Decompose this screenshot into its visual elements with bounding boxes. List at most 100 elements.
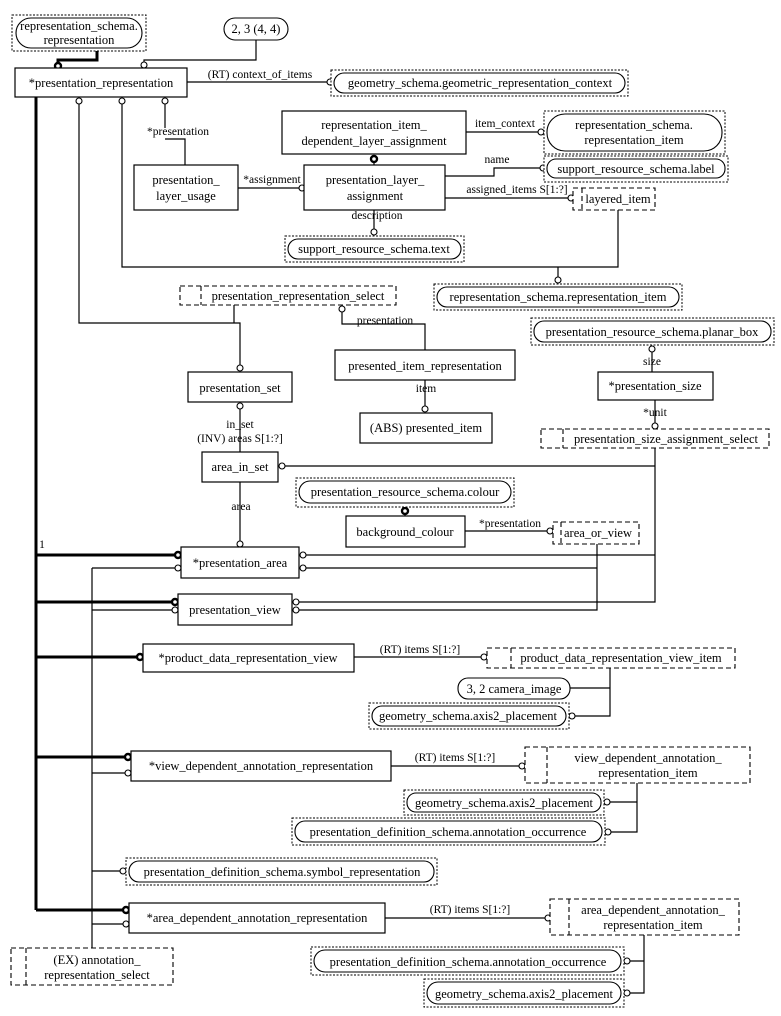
node-label: representation_select xyxy=(44,968,150,982)
node-label: geometry_schema.axis2_placement xyxy=(415,796,594,810)
node-area-or-view[interactable]: area_or_view xyxy=(552,521,640,545)
node-label: *presentation_area xyxy=(193,556,288,570)
node-label: presentation_definition_schema.annotatio… xyxy=(330,955,607,969)
node-label: *view_dependent_annotation_representatio… xyxy=(149,759,374,773)
node-label: presentation_size_assignment_select xyxy=(574,432,758,446)
node-label: presentation_set xyxy=(199,381,281,395)
node-annotation-representation-select[interactable]: (EX) annotation_ representation_select xyxy=(10,947,174,986)
label-item-context: item_context xyxy=(475,118,536,130)
node-area-dependent-annotation-representation-item[interactable]: area_dependent_annotation_ representatio… xyxy=(549,898,740,936)
label-item: item xyxy=(416,383,436,395)
node-label: presentation_definition_schema.annotatio… xyxy=(310,825,587,839)
node-axis2-placement-2[interactable]: geometry_schema.axis2_placement xyxy=(403,789,605,816)
node-label: *product_data_representation_view xyxy=(158,651,337,665)
node-view-dependent-annotation-representation-item[interactable]: view_dependent_annotation_ representatio… xyxy=(524,746,751,784)
node-label: product_data_representation_view_item xyxy=(520,651,722,665)
node-presented-item[interactable]: (ABS) presented_item xyxy=(359,412,493,444)
node-label: view_dependent_annotation_ xyxy=(574,751,722,765)
node-label: representation_schema. xyxy=(575,118,693,132)
node-presented-item-representation[interactable]: presented_item_representation xyxy=(334,349,516,381)
label-area: area xyxy=(231,501,250,513)
label-in-set: in_set xyxy=(226,419,254,431)
label-size: size xyxy=(643,356,661,368)
node-presentation-size-assignment-select[interactable]: presentation_size_assignment_select xyxy=(540,428,770,449)
node-colour[interactable]: presentation_resource_schema.colour xyxy=(295,477,515,508)
node-label: representation_schema. xyxy=(20,19,138,33)
node-layered-item[interactable]: layered_item xyxy=(572,187,656,211)
node-view-dependent-annotation-representation[interactable]: *view_dependent_annotation_representatio… xyxy=(130,750,392,782)
node-representation-item-mid[interactable]: representation_schema.representation_ite… xyxy=(433,283,683,311)
label-unit: *unit xyxy=(643,407,667,419)
node-label: area_in_set xyxy=(212,460,269,474)
node-label: geometry_schema.axis2_placement xyxy=(379,709,558,723)
node-label: (EX) annotation_ xyxy=(53,953,141,967)
node-label: 3, 2 camera_image xyxy=(467,682,562,696)
node-axis2-placement-3[interactable]: geometry_schema.axis2_placement xyxy=(423,978,625,1008)
node-label: presentation_definition_schema.symbol_re… xyxy=(144,865,421,879)
node-label: presentation_representation_select xyxy=(212,289,385,303)
label-name: name xyxy=(485,154,510,166)
label-items-2: (RT) items S[1:?] xyxy=(415,752,495,764)
node-presentation-layer-assignment[interactable]: presentation_layer_ assignment xyxy=(303,164,446,211)
node-support-resource-schema-text[interactable]: support_resource_schema.text xyxy=(284,235,465,263)
node-label: geometry_schema.axis2_placement xyxy=(435,987,614,1001)
label-presentation-2: presentation xyxy=(357,315,413,327)
node-label: area_or_view xyxy=(564,526,632,540)
label-areas: (INV) areas S[1:?] xyxy=(197,433,283,445)
node-symbol-representation[interactable]: presentation_definition_schema.symbol_re… xyxy=(125,857,438,886)
node-annotation-occurrence-1[interactable]: presentation_definition_schema.annotatio… xyxy=(291,817,606,846)
node-label: representation xyxy=(44,33,116,47)
node-label: (ABS) presented_item xyxy=(370,421,482,435)
node-presentation-representation-select[interactable]: presentation_representation_select xyxy=(179,285,397,306)
label-items-1: (RT) items S[1:?] xyxy=(380,644,460,656)
node-label: presentation_view xyxy=(189,603,281,617)
node-label: presented_item_representation xyxy=(348,359,502,373)
node-label: dependent_layer_assignment xyxy=(301,134,447,148)
node-product-data-representation-view-item[interactable]: product_data_representation_view_item xyxy=(486,647,736,669)
node-planar-box[interactable]: presentation_resource_schema.planar_box xyxy=(530,317,775,346)
node-label: presentation_resource_schema.colour xyxy=(311,485,500,499)
label-assigned-items: assigned_items S[1:?] xyxy=(466,184,567,196)
express-g-diagram: (RT) context_of_items *presentation item… xyxy=(10,14,775,1008)
node-page-reference-top[interactable]: 2, 3 (4, 4) xyxy=(223,17,289,41)
node-representation-schema-representation[interactable]: representation_schema. representation xyxy=(11,14,147,52)
node-label: area_dependent_annotation_ xyxy=(581,903,725,917)
node-label: layer_usage xyxy=(156,189,216,203)
node-presentation-size[interactable]: *presentation_size xyxy=(597,371,714,401)
node-label: *area_dependent_annotation_representatio… xyxy=(147,911,368,925)
node-label: representation_item_ xyxy=(321,118,427,132)
node-label: *presentation_size xyxy=(608,379,701,393)
node-presentation-layer-usage[interactable]: presentation_ layer_usage xyxy=(133,164,239,211)
node-label: 2, 3 (4, 4) xyxy=(232,22,281,36)
node-area-in-set[interactable]: area_in_set xyxy=(201,451,279,483)
node-product-data-representation-view[interactable]: *product_data_representation_view xyxy=(142,643,355,673)
label-assignment: *assignment xyxy=(243,174,301,186)
node-label: background_colour xyxy=(356,525,454,539)
label-cardinality: 1 xyxy=(39,539,45,551)
node-label: representation_schema.representation_ite… xyxy=(450,290,667,304)
node-representation-schema-representation-item[interactable]: representation_schema. representation_it… xyxy=(543,110,726,155)
node-representation-item-dependent-layer-assignment[interactable]: representation_item_ dependent_layer_ass… xyxy=(281,110,467,155)
node-presentation-set[interactable]: presentation_set xyxy=(187,371,293,403)
nodes: representation_schema. representation 2,… xyxy=(10,14,775,1008)
node-area-dependent-annotation-representation[interactable]: *area_dependent_annotation_representatio… xyxy=(128,902,386,934)
node-presentation-view[interactable]: presentation_view xyxy=(177,593,293,626)
node-label: geometry_schema.geometric_representation… xyxy=(348,76,613,90)
node-label: assignment xyxy=(347,189,404,203)
label-presentation: *presentation xyxy=(147,126,209,138)
node-camera-image[interactable]: 3, 2 camera_image xyxy=(457,677,571,700)
node-axis2-placement-1[interactable]: geometry_schema.axis2_placement xyxy=(368,702,570,730)
node-geometric-representation-context[interactable]: geometry_schema.geometric_representation… xyxy=(330,69,629,97)
node-presentation-representation[interactable]: *presentation_representation xyxy=(14,67,188,98)
node-label: representation_item xyxy=(603,918,703,932)
node-label: presentation_ xyxy=(152,173,220,187)
label-context-of-items: (RT) context_of_items xyxy=(208,69,313,81)
node-support-resource-schema-label[interactable]: support_resource_schema.label xyxy=(543,155,729,183)
node-label: support_resource_schema.text xyxy=(298,242,450,256)
node-background-colour[interactable]: background_colour xyxy=(345,515,466,548)
node-annotation-occurrence-2[interactable]: presentation_definition_schema.annotatio… xyxy=(310,946,625,976)
node-label: *presentation_representation xyxy=(29,76,174,90)
node-label: representation_item xyxy=(584,133,684,147)
label-presentation-3: *presentation xyxy=(479,518,541,530)
node-presentation-area[interactable]: *presentation_area xyxy=(180,546,300,579)
